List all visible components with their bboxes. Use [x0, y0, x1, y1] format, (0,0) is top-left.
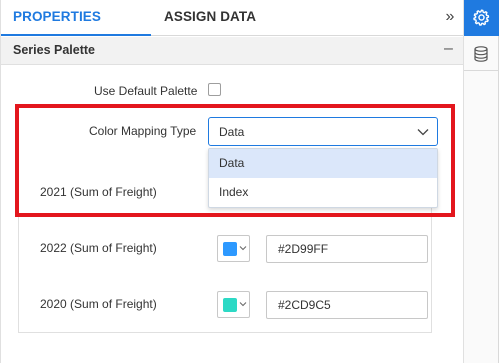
database-icon [474, 46, 488, 62]
color-swatch [223, 242, 237, 256]
right-rail [464, 0, 499, 363]
color-picker-2020[interactable] [217, 291, 250, 318]
data-rail-button[interactable] [464, 37, 499, 71]
color-mapping-type-label: Color Mapping Type [89, 124, 197, 138]
collapse-panel-icon[interactable]: » [442, 8, 458, 28]
tab-bar: PROPERTIES ASSIGN DATA » [1, 0, 463, 36]
use-default-palette-checkbox[interactable] [208, 83, 221, 96]
chevron-down-icon [417, 129, 429, 136]
color-picker-2022[interactable] [217, 235, 250, 262]
gear-icon [473, 9, 490, 26]
series-palette-header[interactable]: Series Palette – [1, 37, 463, 65]
color-mapping-type-dropdown[interactable]: Data [208, 117, 438, 146]
tab-properties[interactable]: PROPERTIES [1, 0, 151, 36]
series-label-2020: 2020 (Sum of Freight) [40, 297, 157, 311]
hex-color-input-2020[interactable]: #2CD9C5 [266, 291, 428, 319]
color-mapping-dropdown-popup: Data Index [208, 148, 438, 208]
dropdown-option-data[interactable]: Data [209, 149, 437, 178]
caret-down-icon [239, 302, 247, 307]
properties-panel: PROPERTIES ASSIGN DATA » Series Palette … [0, 0, 464, 363]
properties-rail-button[interactable] [464, 0, 499, 36]
color-swatch [223, 298, 237, 312]
dropdown-option-index[interactable]: Index [209, 178, 437, 207]
series-label-2022: 2022 (Sum of Freight) [40, 241, 157, 255]
section-title: Series Palette [13, 43, 95, 57]
dropdown-selected-value: Data [219, 125, 245, 139]
section-collapse-icon[interactable]: – [444, 40, 453, 58]
tab-assign-data[interactable]: ASSIGN DATA [164, 0, 256, 36]
series-label-2021: 2021 (Sum of Freight) [40, 185, 157, 199]
hex-color-input-2022[interactable]: #2D99FF [266, 235, 428, 263]
caret-down-icon [239, 246, 247, 251]
use-default-palette-label: Use Default Palette [94, 84, 198, 98]
